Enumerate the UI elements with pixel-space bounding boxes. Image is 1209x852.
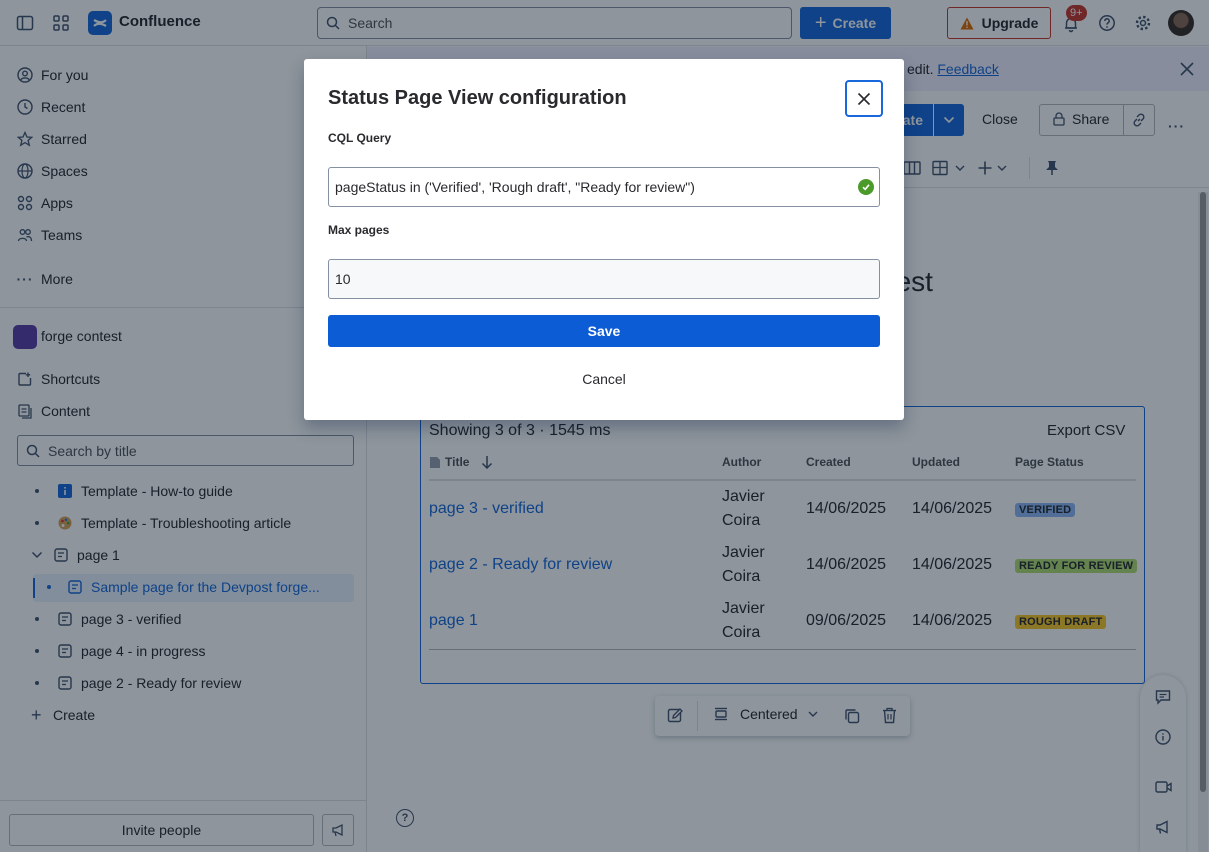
dialog-close-button[interactable] [845,80,883,117]
cql-query-input[interactable]: pageStatus in ('Verified', 'Rough draft'… [328,167,880,207]
cql-query-label: CQL Query [328,131,392,145]
valid-check-icon [858,179,874,195]
cql-query-value: pageStatus in ('Verified', 'Rough draft'… [335,179,695,195]
close-icon [857,92,871,105]
status-page-view-config-dialog: Status Page View configuration CQL Query… [304,59,904,420]
max-pages-label: Max pages [328,223,390,237]
dialog-title: Status Page View configuration [328,87,627,109]
save-button[interactable]: Save [328,315,880,347]
max-pages-value: 10 [335,271,351,287]
max-pages-input[interactable]: 10 [328,259,880,299]
cancel-button[interactable]: Cancel [328,363,880,395]
